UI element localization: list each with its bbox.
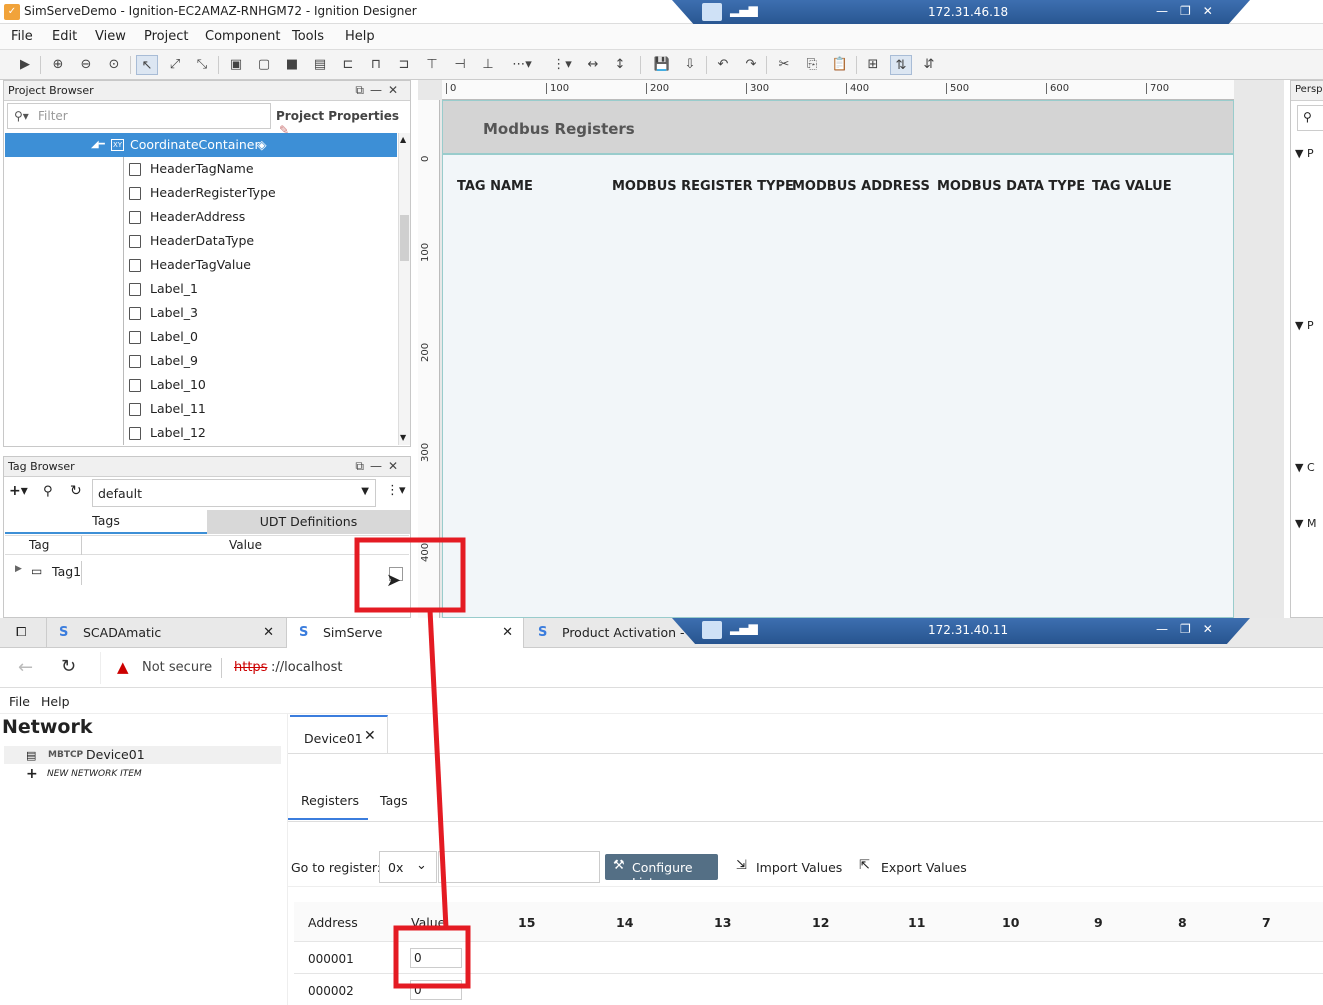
annotation-box-register-value <box>393 925 471 989</box>
annotation-box-tag-value <box>354 537 466 613</box>
annotation-connector-line <box>427 609 449 929</box>
annotation-overlay <box>354 537 471 989</box>
